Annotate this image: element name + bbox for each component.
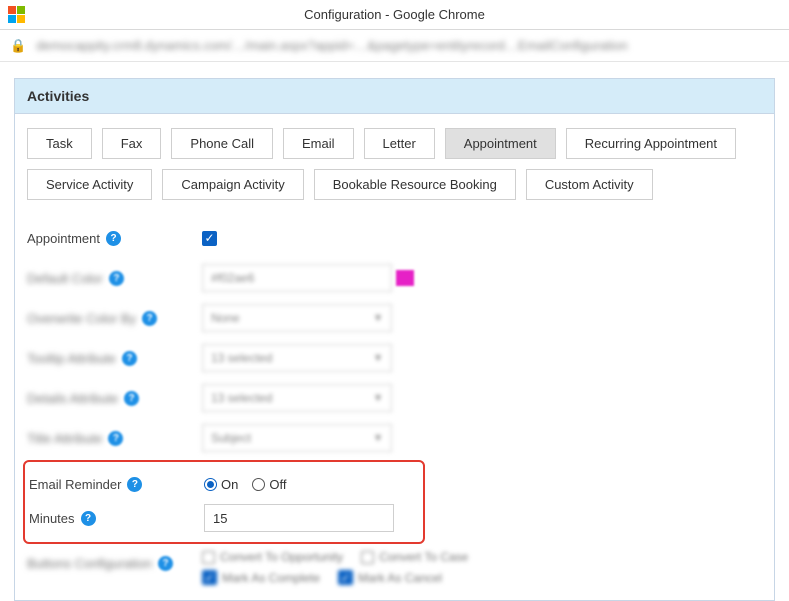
title-attribute-label: Title Attribute ? bbox=[27, 431, 202, 446]
email-reminder-highlight: Email Reminder ? On Off bbox=[23, 460, 425, 544]
tab-phone-call[interactable]: Phone Call bbox=[171, 128, 273, 159]
default-color-input[interactable]: #f02ae6 bbox=[202, 264, 392, 292]
tab-appointment[interactable]: Appointment bbox=[445, 128, 556, 159]
tab-task[interactable]: Task bbox=[27, 128, 92, 159]
mark-as-cancel-checkbox[interactable]: ✓ Mark As Cancel bbox=[338, 570, 442, 585]
overwrite-color-by-select[interactable]: None▼ bbox=[202, 304, 392, 332]
details-attribute-label: Details Attribute ? bbox=[27, 391, 202, 406]
tab-custom-activity[interactable]: Custom Activity bbox=[526, 169, 653, 200]
help-icon[interactable]: ? bbox=[158, 556, 173, 571]
details-attribute-select[interactable]: 13 selected▼ bbox=[202, 384, 392, 412]
minutes-label: Minutes ? bbox=[29, 511, 204, 526]
appointment-label: Appointment ? bbox=[27, 231, 202, 246]
title-attribute-select[interactable]: Subject▼ bbox=[202, 424, 392, 452]
tab-recurring-appointment[interactable]: Recurring Appointment bbox=[566, 128, 736, 159]
tab-letter[interactable]: Letter bbox=[364, 128, 435, 159]
convert-to-opportunity-checkbox[interactable]: Convert To Opportunity bbox=[202, 550, 343, 564]
help-icon[interactable]: ? bbox=[81, 511, 96, 526]
email-reminder-on-radio[interactable]: On bbox=[204, 477, 238, 492]
help-icon[interactable]: ? bbox=[142, 311, 157, 326]
email-reminder-radio-group: On Off bbox=[204, 477, 286, 492]
address-url[interactable]: democappity.crm8.dynamics.com/…/main.asp… bbox=[36, 38, 628, 53]
help-icon[interactable]: ? bbox=[108, 431, 123, 446]
tab-bookable-resource-booking[interactable]: Bookable Resource Booking bbox=[314, 169, 516, 200]
buttons-configuration-label: Buttons Configuration ? bbox=[27, 550, 202, 571]
color-swatch[interactable] bbox=[396, 270, 414, 286]
panel-header: Activities bbox=[15, 79, 774, 114]
help-icon[interactable]: ? bbox=[122, 351, 137, 366]
tab-service-activity[interactable]: Service Activity bbox=[27, 169, 152, 200]
buttons-configuration-group: Convert To Opportunity Convert To Case ✓… bbox=[202, 550, 468, 585]
tab-campaign-activity[interactable]: Campaign Activity bbox=[162, 169, 303, 200]
window-title-bar: Configuration - Google Chrome bbox=[0, 0, 789, 30]
activities-panel: Activities Task Fax Phone Call Email Let… bbox=[14, 78, 775, 601]
tooltip-attribute-select[interactable]: 13 selected▼ bbox=[202, 344, 392, 372]
lock-icon: 🔒 bbox=[10, 38, 26, 54]
default-color-label: Default Color ? bbox=[27, 271, 202, 286]
help-icon[interactable]: ? bbox=[124, 391, 139, 406]
activity-tabs: Task Fax Phone Call Email Letter Appoint… bbox=[27, 128, 762, 200]
tab-email[interactable]: Email bbox=[283, 128, 354, 159]
email-reminder-label: Email Reminder ? bbox=[29, 477, 204, 492]
appointment-checkbox[interactable]: ✓ bbox=[202, 231, 217, 246]
window-title: Configuration - Google Chrome bbox=[304, 7, 485, 22]
address-bar: 🔒 democappity.crm8.dynamics.com/…/main.a… bbox=[0, 30, 789, 62]
convert-to-case-checkbox[interactable]: Convert To Case bbox=[361, 550, 468, 564]
help-icon[interactable]: ? bbox=[127, 477, 142, 492]
tab-fax[interactable]: Fax bbox=[102, 128, 162, 159]
microsoft-logo-icon bbox=[8, 6, 25, 23]
help-icon[interactable]: ? bbox=[109, 271, 124, 286]
help-icon[interactable]: ? bbox=[106, 231, 121, 246]
overwrite-color-by-label: Overwrite Color By ? bbox=[27, 311, 202, 326]
email-reminder-off-radio[interactable]: Off bbox=[252, 477, 286, 492]
minutes-input[interactable] bbox=[204, 504, 394, 532]
tooltip-attribute-label: Tooltip Attribute ? bbox=[27, 351, 202, 366]
mark-as-complete-checkbox[interactable]: ✓ Mark As Complete bbox=[202, 570, 320, 585]
